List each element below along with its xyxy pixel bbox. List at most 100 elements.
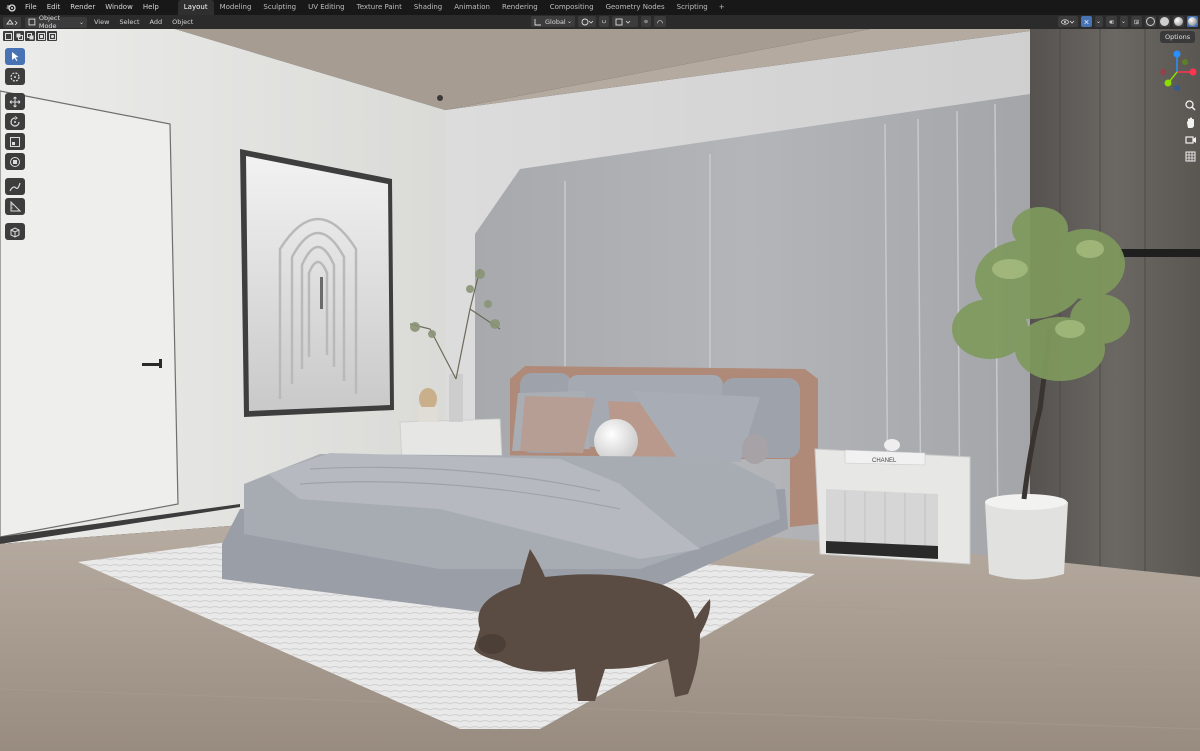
select-new-icon[interactable] <box>3 31 13 41</box>
perspective-grid-icon[interactable] <box>1183 149 1198 164</box>
overlays-dropdown[interactable]: ⌄ <box>1120 16 1128 27</box>
tool-shelf <box>5 48 27 243</box>
selection-mode-row <box>3 31 57 41</box>
menu-edit[interactable]: Edit <box>42 0 66 15</box>
rotate-icon <box>10 115 20 127</box>
tab-compositing[interactable]: Compositing <box>544 0 600 15</box>
shading-material-button[interactable] <box>1173 16 1184 27</box>
pencil-icon <box>9 182 21 191</box>
zoom-icon[interactable] <box>1183 98 1198 113</box>
eye-icon <box>1061 18 1075 25</box>
shading-wireframe-button[interactable] <box>1145 16 1156 27</box>
select-menu[interactable]: Select <box>116 16 142 28</box>
gizmo-icon <box>1084 19 1089 24</box>
select-intersect-icon[interactable] <box>47 31 57 41</box>
tab-texture-paint[interactable]: Texture Paint <box>351 0 408 15</box>
rendered-sphere-icon <box>1188 17 1197 26</box>
select-box-tool[interactable] <box>5 48 25 65</box>
proportional-falloff-button[interactable] <box>654 16 666 27</box>
object-menu[interactable]: Object <box>169 16 196 28</box>
pivot-icon <box>581 18 593 25</box>
select-invert-icon[interactable] <box>36 31 46 41</box>
viewport-icon <box>6 19 18 26</box>
transform-icon <box>10 156 20 167</box>
pivot-point-button[interactable] <box>578 16 596 27</box>
snap-target-icon <box>615 18 631 25</box>
ruler-icon <box>10 200 21 211</box>
tab-uv-editing[interactable]: UV Editing <box>302 0 351 15</box>
select-extend-icon[interactable] <box>14 31 24 41</box>
gizmo-z-axis[interactable] <box>1173 50 1181 58</box>
object-mode-icon <box>28 18 36 26</box>
viewport-header: Object Mode ⌄ View Select Add Object Glo… <box>0 14 1200 30</box>
snap-button[interactable] <box>599 16 609 27</box>
camera-view-icon[interactable] <box>1183 132 1198 147</box>
proportional-edit-button[interactable] <box>641 16 651 27</box>
rotate-tool[interactable] <box>5 113 25 130</box>
transform-tool[interactable] <box>5 153 25 170</box>
tab-shading[interactable]: Shading <box>408 0 448 15</box>
xray-toggle-button[interactable] <box>1131 16 1142 27</box>
tab-scripting[interactable]: Scripting <box>671 0 714 15</box>
shading-rendered-button[interactable] <box>1187 16 1198 27</box>
tab-geometry-nodes[interactable]: Geometry Nodes <box>600 0 671 15</box>
annotate-tool[interactable] <box>5 178 25 195</box>
cube-icon <box>10 226 20 238</box>
menu-render[interactable]: Render <box>65 0 100 15</box>
editor-type-button[interactable] <box>3 16 21 28</box>
gizmo-dropdown[interactable]: ⌄ <box>1095 16 1103 27</box>
pan-hand-icon[interactable] <box>1183 115 1198 130</box>
menu-file[interactable]: File <box>20 0 42 15</box>
snap-target-button[interactable] <box>612 16 638 27</box>
snap-icon <box>602 20 606 24</box>
pillow-pink-left <box>520 396 595 453</box>
shading-solid-button[interactable] <box>1159 16 1170 27</box>
tab-modeling[interactable]: Modeling <box>214 0 258 15</box>
cursor-tool[interactable] <box>5 68 25 85</box>
wall-art-canvas <box>246 156 390 411</box>
orientation-label: Global <box>545 17 566 26</box>
add-cube-tool[interactable] <box>5 223 25 240</box>
tab-rendering[interactable]: Rendering <box>496 0 544 15</box>
falloff-icon <box>657 20 663 24</box>
figurine <box>419 388 437 410</box>
rendered-scene: CHANEL <box>0 29 1200 751</box>
object-visibility-button[interactable] <box>1058 16 1078 27</box>
move-tool[interactable] <box>5 93 25 110</box>
add-workspace-button[interactable]: + <box>714 0 730 15</box>
chevron-down-icon: ⌄ <box>1096 18 1102 25</box>
top-menu-bar: File Edit Render Window Help Layout Mode… <box>0 0 1200 15</box>
chevron-down-icon: ⌄ <box>566 18 572 25</box>
overlays-icon <box>1109 19 1114 24</box>
chevron-down-icon: ⌄ <box>78 18 84 26</box>
main-menu: File Edit Render Window Help <box>20 0 164 15</box>
xray-icon <box>1134 19 1139 24</box>
orientation-selector[interactable]: Global ⌄ <box>531 16 575 27</box>
show-gizmos-button[interactable] <box>1081 16 1092 27</box>
menu-window[interactable]: Window <box>100 0 138 15</box>
add-menu[interactable]: Add <box>147 16 166 28</box>
measure-tool[interactable] <box>5 198 25 215</box>
mode-label: Object Mode <box>38 14 61 30</box>
options-dropdown[interactable]: Options <box>1160 31 1196 43</box>
tab-sculpting[interactable]: Sculpting <box>257 0 302 15</box>
tab-animation[interactable]: Animation <box>448 0 496 15</box>
show-overlays-button[interactable] <box>1106 16 1117 27</box>
select-subtract-icon[interactable] <box>25 31 35 41</box>
workspace-tabs: Layout Modeling Sculpting UV Editing Tex… <box>177 0 730 15</box>
mode-selector[interactable]: Object Mode ⌄ <box>25 14 87 30</box>
gizmo-y-axis[interactable] <box>1164 79 1172 87</box>
options-label: Options <box>1165 33 1191 41</box>
menu-help[interactable]: Help <box>138 0 164 15</box>
solid-sphere-icon <box>1160 17 1169 26</box>
scale-icon <box>10 136 20 147</box>
3d-viewport[interactable]: CHANEL Options <box>0 29 1200 751</box>
gizmo-x-axis[interactable] <box>1189 68 1197 76</box>
scale-tool[interactable] <box>5 133 25 150</box>
view-menu[interactable]: View <box>91 16 112 28</box>
navigation-gizmo[interactable] <box>1155 48 1199 94</box>
tab-layout[interactable]: Layout <box>177 0 214 15</box>
3d-cursor-icon <box>10 71 20 82</box>
chevron-down-icon: ⌄ <box>1121 18 1127 25</box>
blender-logo-icon[interactable] <box>4 0 18 15</box>
